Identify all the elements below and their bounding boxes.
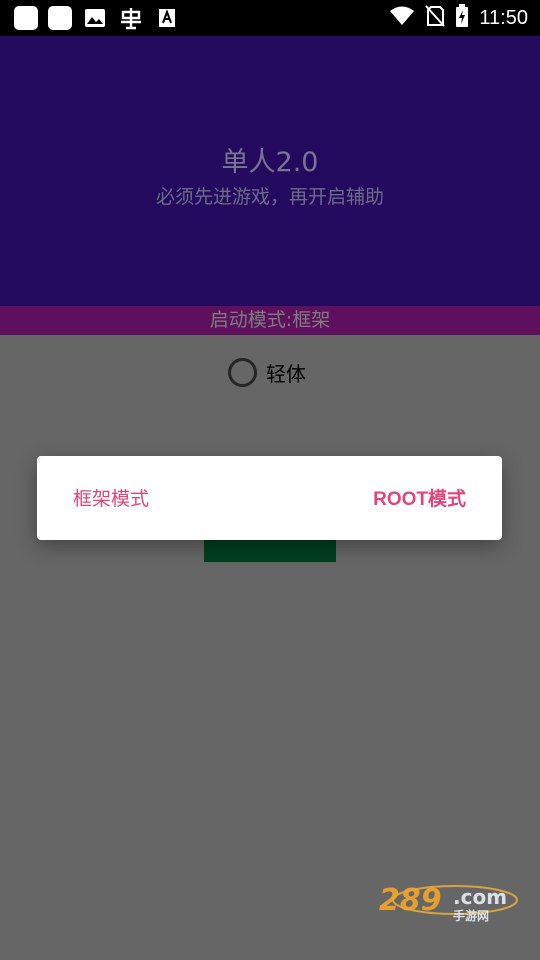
wifi-icon — [389, 6, 415, 30]
lite-radio-option[interactable]: 轻体 — [228, 358, 306, 387]
svg-text:手游网: 手游网 — [453, 908, 489, 923]
app-square-icon — [14, 6, 38, 30]
font-icon — [154, 6, 180, 30]
frame-mode-button[interactable]: 框架模式 — [73, 484, 149, 511]
svg-text:289: 289 — [379, 883, 442, 918]
watermark-logo: 289 .com 手游网 — [375, 880, 520, 924]
app-subtitle: 必须先进游戏，再开启辅助 — [155, 186, 384, 208]
app-header: 单人2.0 必须先进游戏，再开启辅助 — [0, 36, 540, 306]
launch-mode-label: 启动模式:框架 — [0, 306, 540, 335]
radio-button[interactable] — [228, 358, 257, 387]
svg-text:.com: .com — [453, 885, 507, 909]
bug-icon — [118, 6, 144, 30]
battery-charging-icon — [455, 4, 469, 32]
radio-label: 轻体 — [266, 362, 306, 386]
root-mode-button[interactable]: ROOT模式 — [373, 484, 466, 511]
no-sim-icon — [425, 5, 446, 31]
clock: 11:50 — [479, 6, 528, 29]
image-icon — [82, 6, 108, 30]
status-bar: 11:50 — [0, 0, 540, 36]
mode-select-dialog: 框架模式 ROOT模式 — [37, 456, 502, 540]
app-title: 单人2.0 — [221, 147, 319, 178]
app-square-icon — [48, 6, 72, 30]
